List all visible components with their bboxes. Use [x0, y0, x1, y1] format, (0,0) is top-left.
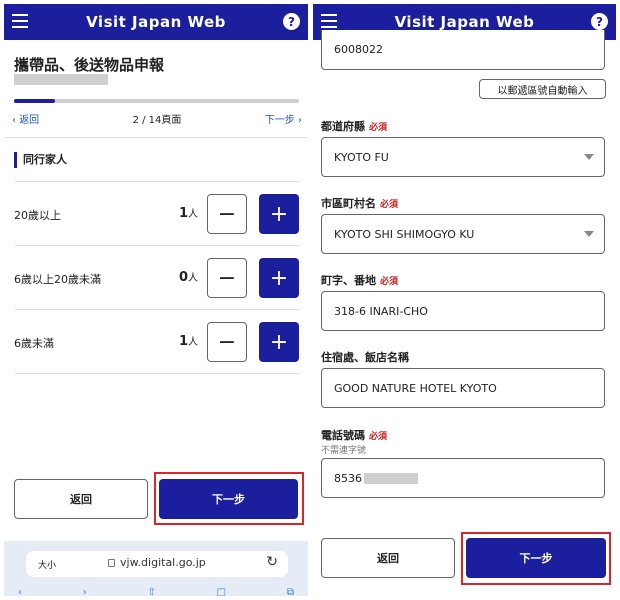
text-size-button[interactable]: 大小 [38, 558, 56, 571]
address-bar[interactable]: 大小 vjw.digital.go.jp ↻ [26, 551, 288, 577]
plus-icon: + [269, 329, 289, 355]
progress-bar [14, 99, 299, 103]
stepper-row: 6歲以上20歲未滿 0人 − + [4, 246, 308, 310]
row-label: 6歲未滿 [14, 337, 54, 350]
pager-next-label: 下一步 [264, 115, 295, 126]
help-icon[interactable]: ? [591, 13, 608, 30]
minus-icon: − [217, 265, 237, 291]
city-value: KYOTO SHI SHIMOGYO KU [334, 227, 475, 241]
prefecture-select[interactable]: KYOTO FU [321, 137, 605, 177]
divider [4, 137, 308, 138]
page-count: 2 / 14頁面 [132, 115, 182, 126]
divider [14, 373, 299, 374]
menu-icon[interactable] [321, 14, 337, 28]
required-badge: 必須 [380, 277, 399, 287]
row-count: 0人 [178, 270, 198, 285]
bookmarks-icon[interactable]: □ [217, 587, 226, 596]
section-title: 同行家人 [14, 152, 67, 168]
city-label: 市區町村名 必須 [321, 197, 399, 210]
minus-icon: − [217, 329, 237, 355]
street-input[interactable]: 318-6 INARI-CHO [321, 291, 605, 331]
street-value: 318-6 INARI-CHO [334, 304, 428, 318]
city-select[interactable]: KYOTO SHI SHIMOGYO KU [321, 214, 605, 254]
app-header: Visit Japan Web ? [4, 4, 308, 40]
postal-code-value: 6008022 [334, 43, 383, 56]
phone-label: 電話號碼 必須 [321, 429, 388, 442]
required-badge: 必須 [380, 200, 399, 210]
chevron-down-icon [584, 231, 594, 237]
street-label: 町字、番地 必須 [321, 274, 399, 287]
increment-button[interactable]: + [259, 194, 299, 234]
next-button[interactable]: 下一步 [159, 479, 298, 519]
browser-toolbar: 大小 vjw.digital.go.jp ↻ ‹ › ⇧ □ ⧉ [4, 541, 308, 596]
share-icon[interactable]: ⇧ [148, 587, 156, 596]
redacted-subtitle [14, 74, 108, 85]
row-count: 1人 [178, 334, 198, 349]
hotel-label: 住宿處、飯店名稱 [321, 351, 409, 364]
increment-button[interactable]: + [259, 322, 299, 362]
app-title: Visit Japan Web [86, 13, 226, 31]
stepper-row: 6歲未滿 1人 − + [4, 310, 308, 374]
redacted-phone [364, 472, 418, 484]
tabs-icon[interactable]: ⧉ [287, 587, 294, 596]
pager-next-link[interactable]: 下一步 › [265, 111, 302, 126]
minus-icon: − [217, 201, 237, 227]
page-title: 攜帶品、後送物品申報 [14, 56, 165, 74]
progress-fill [14, 99, 55, 103]
increment-button[interactable]: + [259, 258, 299, 298]
chevron-right-icon: › [298, 115, 302, 126]
url-text: vjw.digital.go.jp [120, 556, 206, 569]
right-screen: Visit Japan Web ? 6008022 以郵遞區號自動輸入 都道府縣… [313, 4, 616, 596]
postal-code-input[interactable]: 6008022 [321, 30, 605, 70]
decrement-button[interactable]: − [207, 258, 247, 298]
required-badge: 必須 [369, 123, 388, 133]
phone-hint: 不需連字號 [321, 446, 367, 456]
help-icon[interactable]: ? [283, 13, 300, 30]
plus-icon: + [269, 201, 289, 227]
left-screen: Visit Japan Web ? 攜帶品、後送物品申報 ‹ 返回 2 / 14… [4, 4, 308, 596]
lock-icon [108, 559, 115, 567]
required-badge: 必須 [369, 432, 388, 442]
hotel-value: GOOD NATURE HOTEL KYOTO [334, 381, 497, 395]
phone-input[interactable]: 8536 [321, 458, 605, 498]
back-arrow-icon[interactable]: ‹ [18, 587, 22, 596]
browser-nav-icons: ‹ › ⇧ □ ⧉ [18, 587, 294, 596]
next-button[interactable]: 下一步 [466, 538, 606, 578]
chevron-down-icon [584, 154, 594, 160]
forward-arrow-icon[interactable]: › [83, 587, 87, 596]
prefecture-label: 都道府縣 必須 [321, 120, 388, 133]
plus-icon: + [269, 265, 289, 291]
row-count: 1人 [178, 206, 198, 221]
decrement-button[interactable]: − [207, 322, 247, 362]
phone-value: 8536 [334, 471, 362, 485]
prefecture-value: KYOTO FU [334, 150, 389, 164]
reload-icon[interactable]: ↻ [266, 554, 278, 570]
app-title: Visit Japan Web [394, 13, 535, 31]
decrement-button[interactable]: − [207, 194, 247, 234]
back-button[interactable]: 返回 [14, 479, 148, 519]
hotel-input[interactable]: GOOD NATURE HOTEL KYOTO [321, 368, 605, 408]
row-label: 6歲以上20歲未滿 [14, 273, 101, 286]
menu-icon[interactable] [12, 14, 28, 28]
row-label: 20歲以上 [14, 209, 61, 222]
stepper-row: 20歲以上 1人 − + [4, 182, 308, 246]
pager: ‹ 返回 2 / 14頁面 下一步 › [12, 111, 302, 127]
back-button[interactable]: 返回 [321, 538, 455, 578]
zip-autofill-button[interactable]: 以郵遞區號自動輸入 [479, 79, 606, 99]
